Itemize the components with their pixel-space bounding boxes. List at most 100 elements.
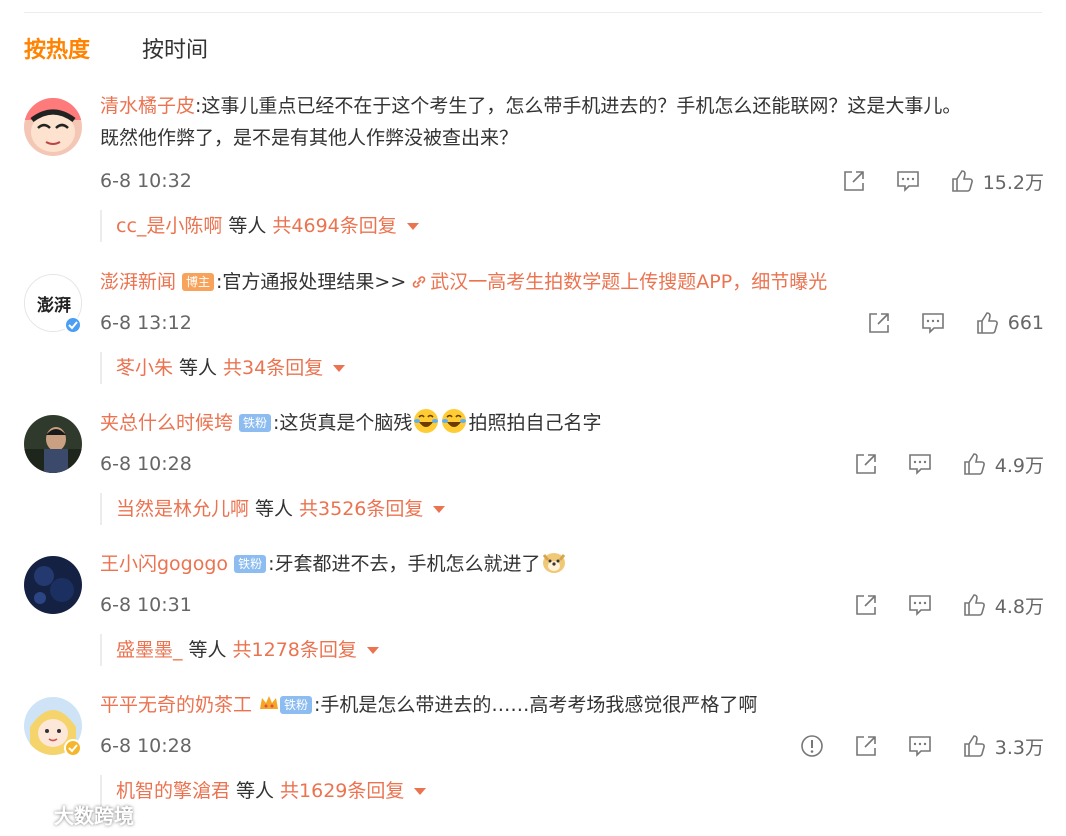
top-divider — [24, 12, 1042, 13]
reply-username[interactable]: cc_是小陈啊 — [116, 210, 222, 242]
timestamp: 6-8 13:12 — [100, 312, 192, 334]
comment-meta: 6-8 13:12 661 — [100, 308, 1044, 338]
comment-actions: 4.8万 — [825, 590, 1044, 620]
link-icon — [410, 269, 428, 288]
avatar[interactable] — [24, 415, 82, 473]
reply-summary: 苳小朱 等人 共34条回复 — [100, 352, 346, 384]
comment-icon[interactable] — [920, 310, 946, 336]
comment-text-tail: 拍照拍自己名字 — [468, 412, 602, 434]
like-count: 4.8万 — [994, 595, 1044, 618]
reply-summary: cc_是小陈啊 等人 共4694条回复 — [100, 210, 419, 242]
reply-count-link[interactable]: 共4694条回复 — [272, 210, 396, 242]
share-icon[interactable] — [841, 168, 867, 194]
comment-meta: 6-8 10:32 15.2万 — [100, 166, 1044, 196]
reply-count-link[interactable]: 共1629条回复 — [280, 775, 404, 807]
comment-body: 澎湃新闻 博主:官方通报处理结果>> 武汉一高考生拍数学题上传搜题APP，细节曝光 — [100, 266, 1044, 298]
verified-icon — [64, 739, 82, 757]
fan-badge: 铁粉 — [234, 555, 267, 573]
reply-username[interactable]: 盛墨墨_ — [116, 634, 183, 666]
fan-badge: 铁粉 — [239, 414, 272, 432]
reply-others-label: 等人 — [255, 498, 294, 520]
comment-item: 王小闪gogogo 铁粉:牙套都进不去，手机怎么就进了 6-8 10:31 4.8… — [24, 548, 1044, 688]
username[interactable]: 澎湃新闻 — [100, 271, 176, 293]
share-icon[interactable] — [853, 451, 879, 477]
comment-icon[interactable] — [907, 451, 933, 477]
report-icon[interactable] — [799, 733, 825, 759]
reply-count-link[interactable]: 共1278条回复 — [233, 634, 357, 666]
avatar[interactable] — [24, 98, 82, 156]
crown-icon — [258, 691, 280, 711]
reply-others-label: 等人 — [228, 215, 267, 237]
like-icon[interactable] — [974, 310, 1000, 336]
chevron-down-icon[interactable] — [366, 646, 379, 654]
watermark: 大数跨境 — [8, 800, 134, 829]
comment-body: 夹总什么时候垮 铁粉:这货真是个脑残 拍照拍自己名字 — [100, 407, 1044, 439]
sort-tabs: 按热度 按时间 — [24, 36, 208, 66]
timestamp: 6-8 10:28 — [100, 453, 192, 475]
like-count: 3.3万 — [994, 736, 1044, 759]
watermark-text: 大数跨境 — [54, 804, 134, 828]
avatar-text: 澎湃 — [37, 295, 71, 316]
comment-item: 澎湃 澎湃新闻 博主:官方通报处理结果>> 武汉一高考生拍数学题上传搜题APP，细节… — [24, 266, 1044, 406]
like-count: 4.9万 — [994, 454, 1044, 477]
tab-by-hot[interactable]: 按热度 — [24, 36, 90, 66]
reply-others-label: 等人 — [179, 357, 218, 379]
share-icon[interactable] — [853, 592, 879, 618]
laughing-tears-emoji-icon — [441, 408, 467, 434]
username[interactable]: 夹总什么时候垮 — [100, 412, 233, 434]
tab-by-time[interactable]: 按时间 — [142, 36, 208, 66]
like-icon[interactable] — [961, 451, 987, 477]
reply-username[interactable]: 当然是林允儿啊 — [116, 493, 249, 525]
comment-item: 夹总什么时候垮 铁粉:这货真是个脑残 拍照拍自己名字 6-8 10:28 4.9万 … — [24, 407, 1044, 547]
watermark-logo-icon — [9, 804, 45, 825]
comment-item: 平平无奇的奶茶工 铁粉:手机是怎么带进去的……高考考场我感觉很严格了啊 6-8 1… — [24, 689, 1044, 829]
like-icon[interactable] — [961, 592, 987, 618]
comment-meta: 6-8 10:28 4.9万 — [100, 449, 1044, 479]
comment-icon[interactable] — [907, 733, 933, 759]
comment-meta: 6-8 10:31 4.8万 — [100, 590, 1044, 620]
avatar[interactable] — [24, 556, 82, 614]
reply-username[interactable]: 苳小朱 — [116, 352, 173, 384]
reply-summary: 盛墨墨_ 等人 共1278条回复 — [100, 634, 379, 666]
chevron-down-icon[interactable] — [433, 505, 446, 513]
comment-body: 清水橘子皮:这事儿重点已经不在于这个考生了，怎么带手机进去的？手机怎么还能联网？… — [100, 90, 1044, 154]
comment-text: :官方通报处理结果>> — [216, 271, 407, 293]
share-icon[interactable] — [853, 733, 879, 759]
comment-actions: 15.2万 — [813, 166, 1044, 196]
comment-icon[interactable] — [895, 168, 921, 194]
timestamp: 6-8 10:28 — [100, 735, 192, 757]
like-count: 661 — [1007, 312, 1044, 334]
reply-count-link[interactable]: 共34条回复 — [223, 352, 323, 384]
fan-badge: 铁粉 — [280, 696, 313, 714]
comment-text-continued: 既然他作弊了，是不是有其他人作弊没被查出来？ — [100, 127, 519, 149]
username[interactable]: 王小闪gogogo — [100, 553, 228, 575]
comment-text: :这货真是个脑残 — [273, 412, 413, 434]
reply-others-label: 等人 — [236, 780, 275, 802]
article-link[interactable]: 武汉一高考生拍数学题上传搜题APP，细节曝光 — [430, 271, 827, 293]
comment-text: :这事儿重点已经不在于这个考生了，怎么带手机进去的？手机怎么还能联网？这是大事儿… — [195, 95, 962, 117]
timestamp: 6-8 10:32 — [100, 170, 192, 192]
username[interactable]: 平平无奇的奶茶工 — [100, 694, 252, 716]
comment-icon[interactable] — [907, 592, 933, 618]
like-icon[interactable] — [961, 733, 987, 759]
blogger-badge: 博主 — [182, 273, 215, 291]
comment-section: 按热度 按时间 清水橘子皮:这事儿重点已经不在于这个考生了，怎么带手机进去的？手… — [0, 0, 1066, 836]
comment-actions: 3.3万 — [771, 731, 1044, 761]
chevron-down-icon[interactable] — [333, 364, 346, 372]
like-icon[interactable] — [949, 168, 975, 194]
reply-count-link[interactable]: 共3526条回复 — [299, 493, 423, 525]
doge-emoji-icon — [541, 549, 567, 575]
username[interactable]: 清水橘子皮 — [100, 95, 195, 117]
chevron-down-icon[interactable] — [406, 222, 419, 230]
comment-actions: 4.9万 — [825, 449, 1044, 479]
reply-summary: 当然是林允儿啊 等人 共3526条回复 — [100, 493, 446, 525]
comment-text: :牙套都进不去，手机怎么就进了 — [268, 553, 541, 575]
comment-body: 平平无奇的奶茶工 铁粉:手机是怎么带进去的……高考考场我感觉很严格了啊 — [100, 689, 1044, 721]
comment-item: 清水橘子皮:这事儿重点已经不在于这个考生了，怎么带手机进去的？手机怎么还能联网？… — [24, 90, 1044, 242]
timestamp: 6-8 10:31 — [100, 594, 192, 616]
reply-others-label: 等人 — [188, 639, 227, 661]
chevron-down-icon[interactable] — [414, 787, 427, 795]
like-count: 15.2万 — [982, 171, 1044, 194]
verified-icon — [64, 316, 82, 334]
share-icon[interactable] — [866, 310, 892, 336]
